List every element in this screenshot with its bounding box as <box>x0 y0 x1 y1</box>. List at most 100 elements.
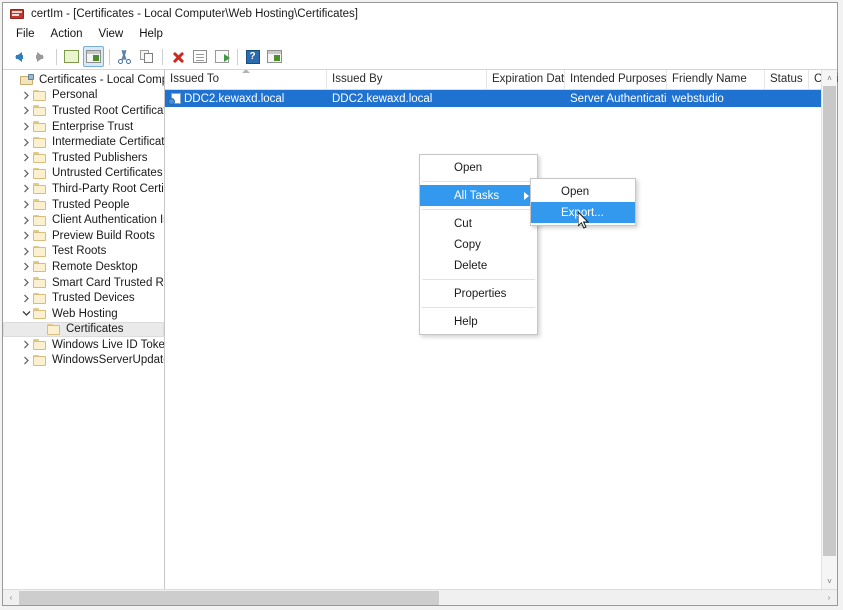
show-hide-console-tree-button[interactable] <box>83 46 104 67</box>
toolbar: ? <box>3 44 837 70</box>
folder-icon <box>33 293 47 304</box>
menu-item-all-tasks[interactable]: All Tasks <box>420 185 537 206</box>
chevron-right-icon[interactable] <box>20 200 33 209</box>
scroll-right-icon[interactable]: › <box>821 590 837 606</box>
context-menu[interactable]: Open All Tasks CutCopyDelete Properties Help <box>419 154 538 335</box>
show-action-pane-button[interactable] <box>264 46 285 67</box>
column-header-expiration-date[interactable]: Expiration Date <box>487 70 565 89</box>
copy-button[interactable] <box>136 46 157 67</box>
column-header-friendly-name[interactable]: Friendly Name <box>667 70 765 89</box>
tree-item-untrusted-certificates[interactable]: Untrusted Certificates <box>3 166 164 182</box>
chevron-right-icon[interactable] <box>20 247 33 256</box>
chevron-right-icon[interactable] <box>20 231 33 240</box>
tree-item-label: Web Hosting <box>52 308 118 320</box>
scroll-left-icon[interactable]: ‹ <box>3 590 19 606</box>
chevron-right-icon[interactable] <box>20 91 33 100</box>
help-button[interactable]: ? <box>242 46 263 67</box>
chevron-right-icon[interactable] <box>20 169 33 178</box>
tree-item-certificates[interactable]: Certificates <box>3 322 164 338</box>
question-mark-icon: ? <box>246 50 260 64</box>
tree-item-trusted-root-certification-au[interactable]: Trusted Root Certification Au <box>3 103 164 119</box>
column-header-intended-purposes[interactable]: Intended Purposes <box>565 70 667 89</box>
tree-item-web-hosting[interactable]: Web Hosting <box>3 306 164 322</box>
menu-item-label: Open <box>454 162 482 174</box>
folder-icon <box>33 339 47 350</box>
chevron-right-icon[interactable] <box>20 106 33 115</box>
export-list-button[interactable] <box>211 46 232 67</box>
tree-item-list: PersonalTrusted Root Certification AuEnt… <box>3 88 164 369</box>
tree-item-third-party-root-certification[interactable]: Third-Party Root Certification <box>3 181 164 197</box>
menu-file[interactable]: File <box>9 27 44 42</box>
menu-view[interactable]: View <box>92 27 133 42</box>
menu-item-copy[interactable]: Copy <box>420 234 537 255</box>
tree-item-test-roots[interactable]: Test Roots <box>3 244 164 260</box>
tree-item-client-authentication-issuers[interactable]: Client Authentication Issuers <box>3 212 164 228</box>
all-tasks-submenu[interactable]: Open Export... <box>530 178 636 226</box>
chevron-right-icon[interactable] <box>20 262 33 271</box>
column-header-issued-by[interactable]: Issued By <box>327 70 487 89</box>
chevron-right-icon[interactable] <box>20 356 33 365</box>
horizontal-scrollbar-track[interactable] <box>19 590 821 606</box>
chevron-right-icon[interactable] <box>20 153 33 162</box>
menu-item-export[interactable]: Export... <box>531 202 635 223</box>
up-one-level-button[interactable] <box>61 46 82 67</box>
tree-item-enterprise-trust[interactable]: Enterprise Trust <box>3 119 164 135</box>
chevron-down-icon[interactable] <box>20 310 33 317</box>
vertical-scrollbar[interactable]: ˄ ˅ <box>821 70 837 589</box>
tree-root-certificates-local-computer[interactable]: Certificates - Local Computer <box>3 72 164 88</box>
chevron-right-icon[interactable] <box>20 278 33 287</box>
arrow-left-icon <box>15 52 22 62</box>
scroll-down-icon[interactable]: ˅ <box>822 573 837 589</box>
tree-item-smart-card-trusted-roots[interactable]: Smart Card Trusted Roots <box>3 275 164 291</box>
chevron-right-icon[interactable] <box>20 216 33 225</box>
cut-button[interactable] <box>114 46 135 67</box>
tree-item-intermediate-certification-au[interactable]: Intermediate Certification Au <box>3 134 164 150</box>
tree-root-label: Certificates - Local Computer <box>39 74 165 86</box>
horizontal-scrollbar[interactable]: ‹ › <box>3 589 837 605</box>
tree-item-label: Trusted People <box>52 199 130 211</box>
menu-item-open[interactable]: Open <box>531 181 635 202</box>
console-tree-pane[interactable]: Certificates - Local Computer PersonalTr… <box>3 70 165 589</box>
folder-icon <box>33 199 47 210</box>
column-header-issued-to[interactable]: Issued To <box>165 70 327 89</box>
menu-item-properties[interactable]: Properties <box>420 283 537 304</box>
tree-item-trusted-devices[interactable]: Trusted Devices <box>3 290 164 306</box>
properties-icon <box>193 50 207 63</box>
menu-separator <box>422 181 535 182</box>
horizontal-scrollbar-thumb[interactable] <box>19 591 439 605</box>
folder-icon <box>33 152 47 163</box>
menu-item-label: Export... <box>561 207 604 219</box>
chevron-right-icon[interactable] <box>20 340 33 349</box>
tree-item-personal[interactable]: Personal <box>3 88 164 104</box>
chevron-right-icon[interactable] <box>20 138 33 147</box>
column-header-status[interactable]: Status <box>765 70 809 89</box>
chevron-right-icon[interactable] <box>20 294 33 303</box>
tree-item-trusted-people[interactable]: Trusted People <box>3 197 164 213</box>
certificate-manager-icon <box>9 7 25 21</box>
vertical-scrollbar-thumb[interactable] <box>823 86 836 556</box>
tree-item-windows-live-id-token-issuer[interactable]: Windows Live ID Token Issuer <box>3 337 164 353</box>
menu-item-open[interactable]: Open <box>420 157 537 178</box>
chevron-right-icon[interactable] <box>20 184 33 193</box>
properties-button[interactable] <box>189 46 210 67</box>
scroll-up-icon[interactable]: ˄ <box>822 70 837 86</box>
tree-item-label: Untrusted Certificates <box>52 167 163 179</box>
forward-button[interactable] <box>30 46 51 67</box>
tree-item-trusted-publishers[interactable]: Trusted Publishers <box>3 150 164 166</box>
menu-item-label: All Tasks <box>454 190 499 202</box>
menu-action[interactable]: Action <box>44 27 92 42</box>
delete-button[interactable] <box>167 46 188 67</box>
menu-help[interactable]: Help <box>132 27 172 42</box>
tree-item-windowsserverupdateservice[interactable]: WindowsServerUpdateService <box>3 353 164 369</box>
table-row[interactable]: DDC2.kewaxd.localDDC2.kewaxd.localServer… <box>165 90 837 107</box>
certlm-window: certIm - [Certificates - Local Computer\… <box>2 2 838 606</box>
tree-item-preview-build-roots[interactable]: Preview Build Roots <box>3 228 164 244</box>
tree-item-label: Windows Live ID Token Issuer <box>52 339 165 351</box>
menu-item-help[interactable]: Help <box>420 311 537 332</box>
menu-item-cut[interactable]: Cut <box>420 213 537 234</box>
back-button[interactable] <box>8 46 29 67</box>
window-title: certIm - [Certificates - Local Computer\… <box>31 8 358 20</box>
menu-item-delete[interactable]: Delete <box>420 255 537 276</box>
tree-item-remote-desktop[interactable]: Remote Desktop <box>3 259 164 275</box>
chevron-right-icon[interactable] <box>20 122 33 131</box>
